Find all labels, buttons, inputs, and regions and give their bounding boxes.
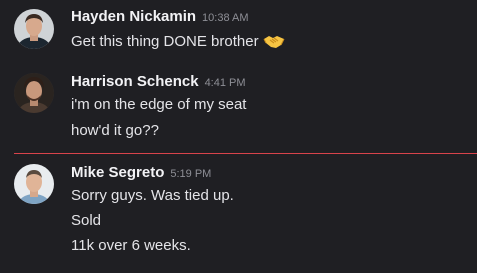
avatar-harrison[interactable] — [14, 73, 54, 113]
message-text: how'd it go?? — [71, 122, 159, 139]
message-text: i'm on the edge of my seat — [71, 96, 247, 113]
message-timestamp: 10:38 AM — [202, 12, 249, 24]
message-text: Get this thing DONE brother — [71, 33, 259, 50]
message-timestamp: 5:19 PM — [170, 168, 212, 180]
message-line: Get this thing DONE brother — [71, 32, 285, 55]
chat-message-list: Hayden Nickamin 10:38 AM Get this thing D… — [0, 0, 477, 273]
message-text: Sorry guys. Was tied up. — [71, 187, 234, 204]
message-timestamp: 4:41 PM — [204, 77, 246, 89]
author-name[interactable]: Mike Segreto — [71, 164, 164, 181]
avatar-hayden[interactable] — [14, 9, 54, 49]
author-name[interactable]: Hayden Nickamin — [71, 8, 196, 25]
message-text: Sold — [71, 212, 102, 229]
avatar-mike[interactable] — [14, 164, 54, 204]
new-messages-divider — [14, 153, 477, 154]
message-text: 11k over 6 weeks. — [71, 237, 191, 254]
handshake-icon — [263, 33, 285, 55]
author-name[interactable]: Harrison Schenck — [71, 73, 199, 90]
